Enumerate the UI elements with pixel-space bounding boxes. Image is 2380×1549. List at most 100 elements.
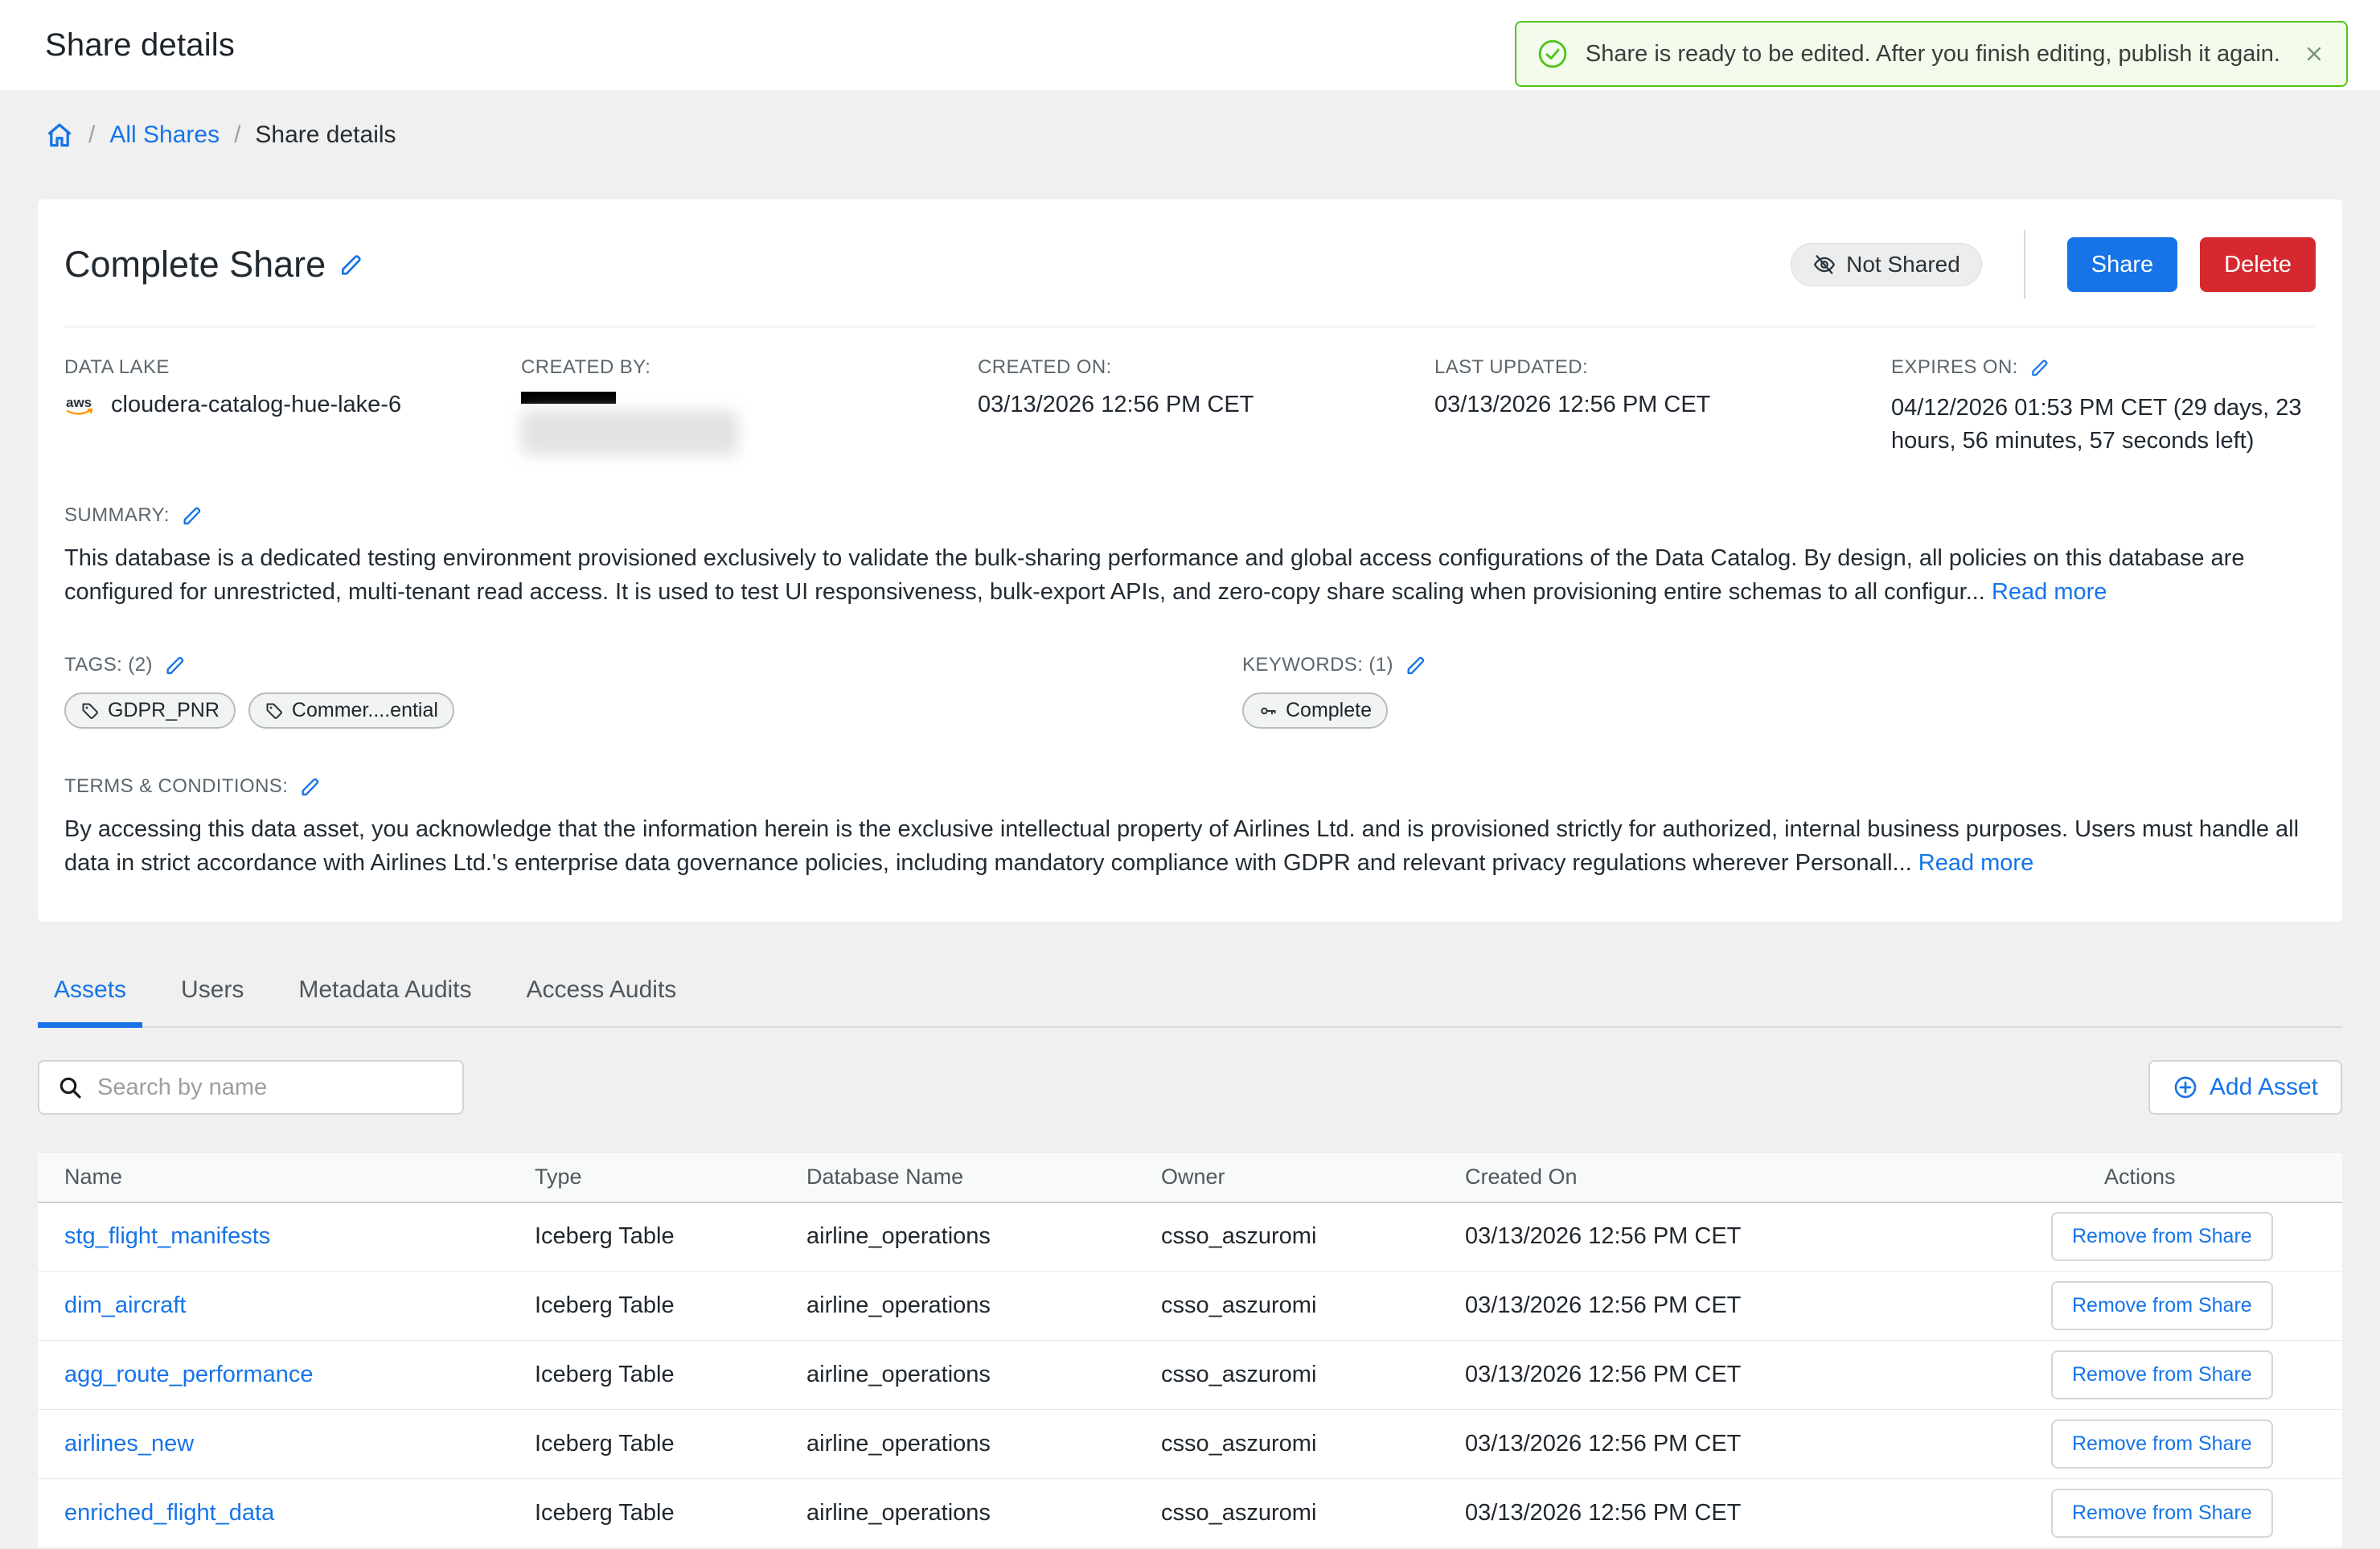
tab-assets[interactable]: Assets (38, 960, 142, 1026)
remove-from-share-button[interactable]: Remove from Share (2051, 1281, 2273, 1330)
key-icon (1258, 701, 1278, 721)
asset-database: airline_operations (806, 1341, 1161, 1410)
col-name: Name (38, 1153, 535, 1202)
col-owner: Owner (1161, 1153, 1465, 1202)
asset-type: Iceberg Table (535, 1410, 806, 1479)
edit-expires-icon[interactable] (2029, 357, 2050, 378)
asset-name-link[interactable]: enriched_flight_data (64, 1500, 274, 1526)
svg-text:aws: aws (66, 395, 92, 410)
last-updated-label: LAST UPDATED: (1434, 356, 1891, 379)
terms-label: TERMS & CONDITIONS: (64, 775, 288, 798)
home-icon[interactable] (45, 121, 74, 150)
remove-from-share-button[interactable]: Remove from Share (2051, 1350, 2273, 1399)
share-button[interactable]: Share (2067, 237, 2177, 292)
asset-type: Iceberg Table (535, 1272, 806, 1341)
created-on-label: CREATED ON: (978, 356, 1434, 379)
table-header-row: Name Type Database Name Owner Created On… (38, 1153, 2342, 1202)
plus-circle-icon (2173, 1074, 2198, 1100)
field-last-updated: LAST UPDATED: 03/13/2026 12:56 PM CET (1434, 356, 1891, 458)
search-input[interactable] (97, 1074, 445, 1101)
asset-type: Iceberg Table (535, 1479, 806, 1548)
summary-text: This database is a dedicated testing env… (64, 545, 2244, 605)
add-asset-button[interactable]: Add Asset (2148, 1060, 2342, 1115)
divider (2024, 230, 2025, 299)
keywords-block: KEYWORDS: (1) Complete (1242, 654, 2316, 729)
delete-button[interactable]: Delete (2200, 237, 2316, 292)
tag-pill: Commer....ential (248, 692, 454, 729)
page-title: Share details (45, 27, 235, 64)
keyword-pill: Complete (1242, 692, 1388, 729)
tag-label: Commer....ential (292, 699, 438, 722)
asset-created-on: 03/13/2026 12:56 PM CET (1465, 1202, 2051, 1272)
assets-table: Name Type Database Name Owner Created On… (38, 1152, 2342, 1548)
asset-name-link[interactable]: airlines_new (64, 1431, 194, 1457)
asset-owner: csso_aszuromi (1161, 1410, 1465, 1479)
breadcrumb-separator: / (88, 121, 95, 149)
asset-name-link[interactable]: stg_flight_manifests (64, 1223, 270, 1249)
asset-owner: csso_aszuromi (1161, 1479, 1465, 1548)
assets-toolbar: Add Asset (38, 1060, 2342, 1115)
asset-name-link[interactable]: dim_aircraft (64, 1292, 187, 1318)
field-data-lake: DATA LAKE aws cloudera-catalog-hue-lake-… (64, 356, 521, 458)
keyword-label: Complete (1286, 699, 1372, 722)
data-lake-value: cloudera-catalog-hue-lake-6 (111, 392, 401, 418)
data-lake-label: DATA LAKE (64, 356, 521, 379)
asset-database: airline_operations (806, 1272, 1161, 1341)
edit-keywords-icon[interactable] (1405, 654, 1427, 676)
tags-label: TAGS: (2) (64, 654, 153, 676)
search-box[interactable] (38, 1060, 464, 1115)
table-row: agg_route_performance Iceberg Table airl… (38, 1341, 2342, 1410)
edit-name-icon[interactable] (339, 252, 364, 277)
add-asset-label: Add Asset (2210, 1074, 2318, 1101)
asset-type: Iceberg Table (535, 1202, 806, 1272)
terms-section: TERMS & CONDITIONS: By accessing this da… (64, 775, 2316, 880)
breadcrumb-separator: / (234, 121, 240, 149)
breadcrumb: / All Shares / Share details (0, 90, 2380, 150)
redacted-value (521, 410, 738, 455)
asset-created-on: 03/13/2026 12:56 PM CET (1465, 1410, 2051, 1479)
tab-metadata-audits[interactable]: Metadata Audits (282, 960, 487, 1026)
created-on-value: 03/13/2026 12:56 PM CET (978, 392, 1434, 418)
tab-users[interactable]: Users (165, 960, 260, 1026)
last-updated-value: 03/13/2026 12:56 PM CET (1434, 392, 1891, 418)
edit-summary-icon[interactable] (181, 504, 203, 527)
asset-database: airline_operations (806, 1410, 1161, 1479)
remove-from-share-button[interactable]: Remove from Share (2051, 1420, 2273, 1469)
share-name: Complete Share (64, 244, 326, 286)
asset-owner: csso_aszuromi (1161, 1202, 1465, 1272)
edit-terms-icon[interactable] (299, 775, 322, 798)
field-expires-on: EXPIRES ON: 04/12/2026 01:53 PM CET (29 … (1891, 356, 2316, 458)
summary-read-more[interactable]: Read more (1992, 579, 2107, 605)
expires-on-label: EXPIRES ON: (1891, 356, 2018, 379)
redacted-bar (521, 392, 616, 404)
status-label: Not Shared (1846, 252, 1960, 277)
edit-tags-icon[interactable] (164, 654, 187, 676)
tab-bar: Assets Users Metadata Audits Access Audi… (38, 960, 2342, 1028)
keywords-label: KEYWORDS: (1) (1242, 654, 1393, 676)
table-row: enriched_flight_data Iceberg Table airli… (38, 1479, 2342, 1548)
tags-block: TAGS: (2) GDPR_PNR (64, 654, 1242, 729)
asset-owner: csso_aszuromi (1161, 1341, 1465, 1410)
summary-label: SUMMARY: (64, 504, 170, 527)
remove-from-share-button[interactable]: Remove from Share (2051, 1212, 2273, 1261)
meta-grid: DATA LAKE aws cloudera-catalog-hue-lake-… (64, 327, 2316, 458)
breadcrumb-all-shares[interactable]: All Shares (109, 121, 220, 149)
table-row: airlines_new Iceberg Table airline_opera… (38, 1410, 2342, 1479)
tag-icon (265, 701, 284, 721)
remove-from-share-button[interactable]: Remove from Share (2051, 1489, 2273, 1538)
toast-close-icon[interactable] (2303, 43, 2325, 65)
aws-icon: aws (64, 393, 100, 417)
asset-name-link[interactable]: agg_route_performance (64, 1362, 314, 1387)
asset-database: airline_operations (806, 1479, 1161, 1548)
summary-section: SUMMARY: This database is a dedicated te… (64, 504, 2316, 609)
col-type: Type (535, 1153, 806, 1202)
breadcrumb-current: Share details (255, 121, 396, 149)
tags-keywords-row: TAGS: (2) GDPR_PNR (64, 654, 2316, 729)
tab-access-audits[interactable]: Access Audits (511, 960, 693, 1026)
search-icon (57, 1074, 83, 1100)
table-row: stg_flight_manifests Iceberg Table airli… (38, 1202, 2342, 1272)
tag-icon (80, 701, 100, 721)
status-badge: Not Shared (1791, 243, 1982, 286)
asset-type: Iceberg Table (535, 1341, 806, 1410)
terms-read-more[interactable]: Read more (1918, 850, 2033, 876)
